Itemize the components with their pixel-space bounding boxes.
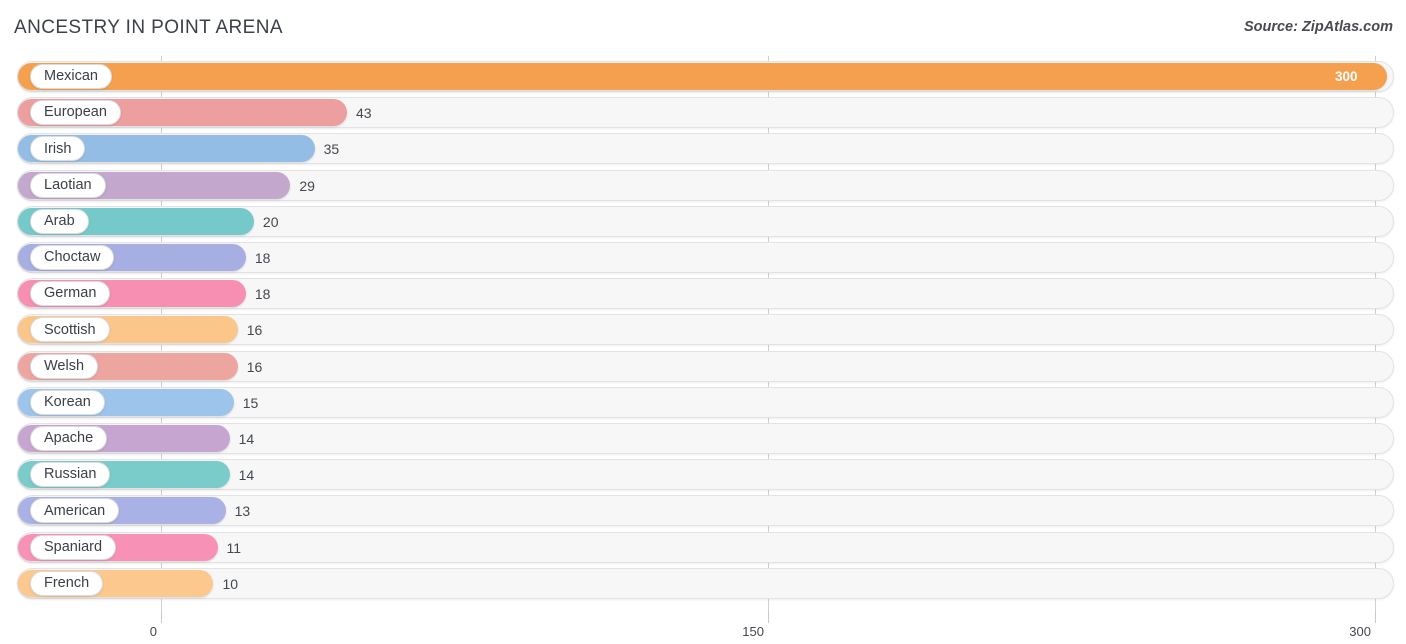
bar-value: 10 <box>222 575 239 592</box>
bar-value: 14 <box>238 467 255 484</box>
bar-row[interactable]: Russian 14 <box>0 459 1406 493</box>
bar-label-pill[interactable]: Russian <box>30 462 111 488</box>
bar-label-pill[interactable]: Laotian <box>30 172 106 198</box>
bar-row[interactable]: Laotian 29 <box>0 169 1406 204</box>
axis-tick-label: 300 <box>1349 624 1371 639</box>
bar-value: 35 <box>323 141 340 158</box>
bar-row[interactable]: Choctaw 18 <box>0 242 1406 276</box>
bar-label-pill[interactable]: German <box>30 281 111 307</box>
bar-label-pill[interactable]: Arab <box>30 208 89 234</box>
bar-label-pill[interactable]: Mexican <box>30 64 112 89</box>
bar-label: Russian <box>44 466 97 483</box>
bar-value: 43 <box>356 105 372 122</box>
bar-row[interactable]: French 10 <box>0 567 1406 602</box>
bar-label-pill[interactable]: Spaniard <box>30 534 117 560</box>
bar-value: 18 <box>254 286 271 303</box>
bar-label: Choctaw <box>44 249 101 266</box>
bar-label-pill[interactable]: European <box>30 100 121 126</box>
bar-row[interactable]: Spaniard 11 <box>0 531 1406 566</box>
bar-row[interactable]: Irish 35 <box>0 133 1406 167</box>
axis-tick-mark <box>161 612 162 623</box>
bar-row[interactable]: Welsh 16 <box>0 350 1406 385</box>
bar-label: Mexican <box>44 68 98 85</box>
bar-row[interactable]: Apache 14 <box>0 423 1406 457</box>
axis-tick-label: 150 <box>742 624 764 639</box>
page-title: ANCESTRY IN POINT ARENA <box>14 17 283 38</box>
bar-label: Apache <box>44 430 94 447</box>
bar-value: 300 <box>1335 69 1358 84</box>
bar-row[interactable]: Korean 15 <box>0 386 1406 421</box>
axis-tick-mark <box>768 612 769 623</box>
bar-label-pill[interactable]: Choctaw <box>30 245 115 270</box>
bar-fill[interactable] <box>18 63 1387 90</box>
source-attribution: Source: ZipAtlas.com <box>1243 19 1393 35</box>
chart-plot-area: Mexican 300 European 43 Irish 35 Laotian 29 Arab… <box>0 56 1406 612</box>
bar-label: Korean <box>44 394 91 411</box>
bar-rows: Mexican 300 European 43 Irish 35 Laotian 29 Arab… <box>0 56 1406 612</box>
bar-value: 20 <box>262 213 279 230</box>
bar-label: Scottish <box>44 321 96 338</box>
x-axis: 0 150 300 <box>0 612 1406 644</box>
bar-value: 13 <box>234 503 251 520</box>
bar-track <box>17 531 1394 563</box>
bar-label: Spaniard <box>44 538 103 555</box>
bar-value: 14 <box>238 431 255 447</box>
bar-label: Laotian <box>44 176 92 193</box>
bar-row[interactable]: Arab 20 <box>0 205 1406 240</box>
axis-tick-label: 0 <box>149 624 157 639</box>
bar-row[interactable]: Scottish 16 <box>0 314 1406 348</box>
bar-row[interactable]: German 18 <box>0 278 1406 312</box>
bar-value: 15 <box>242 394 259 411</box>
bar-label-pill[interactable]: Welsh <box>30 353 99 379</box>
bar-label: French <box>44 575 90 592</box>
bar-value: 29 <box>299 177 315 194</box>
bar-label: Irish <box>44 140 72 157</box>
bar-value: 18 <box>254 250 271 266</box>
bar-label-pill[interactable]: Irish <box>30 136 86 162</box>
bar-label: American <box>44 502 106 519</box>
bar-label-pill[interactable]: Korean <box>30 389 105 415</box>
bar-value: 11 <box>226 539 242 556</box>
bar-value: 16 <box>246 322 263 339</box>
bar-row[interactable]: American 13 <box>0 495 1406 529</box>
bar-label: Arab <box>44 213 75 230</box>
bar-label: Welsh <box>44 357 85 374</box>
bar-label-pill[interactable]: Apache <box>30 426 108 451</box>
bar-label-pill[interactable]: French <box>30 570 104 596</box>
bar-row[interactable]: Mexican 300 <box>0 61 1406 95</box>
bar-value: 16 <box>246 358 263 375</box>
bar-label-pill[interactable]: Scottish <box>30 317 110 343</box>
bar-label: European <box>44 104 107 121</box>
bar-label: German <box>44 285 97 302</box>
axis-tick-mark <box>1375 612 1376 623</box>
chart-header: ANCESTRY IN POINT ARENA Source: ZipAtlas… <box>0 0 1406 56</box>
bar-row[interactable]: European 43 <box>0 97 1406 131</box>
bar-label-pill[interactable]: American <box>30 498 120 524</box>
